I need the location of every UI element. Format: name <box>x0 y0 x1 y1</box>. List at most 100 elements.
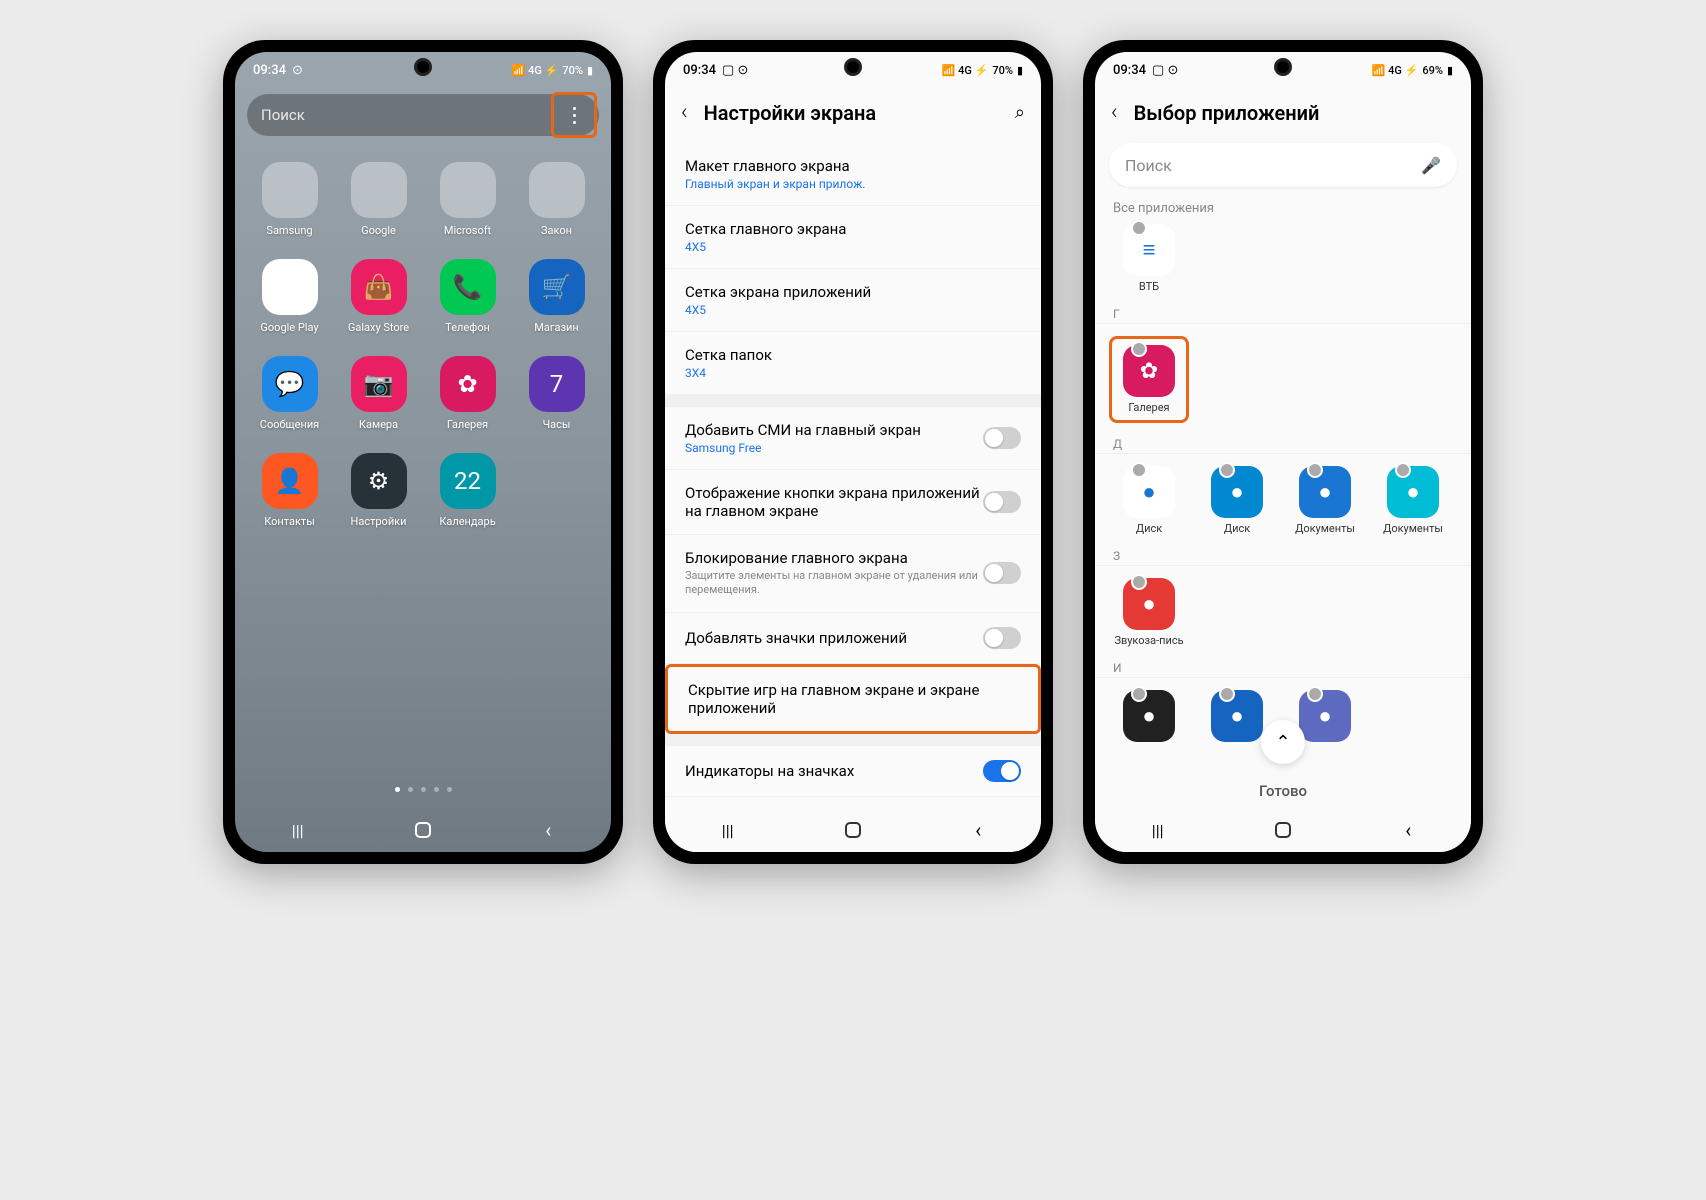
app-label: Сообщения <box>260 418 319 431</box>
setting-item[interactable]: Отображение кнопки экрана приложений на … <box>665 470 1041 535</box>
app-icon: ● <box>1299 466 1351 518</box>
app-icon: 📷 <box>351 356 407 412</box>
app-microsoft[interactable]: Microsoft <box>427 162 508 237</box>
home-button[interactable] <box>412 819 434 841</box>
app-закон[interactable]: Закон <box>516 162 597 237</box>
app-icon: ● <box>1123 690 1175 742</box>
app-cell[interactable]: ● Диск <box>1109 466 1189 535</box>
setting-item[interactable]: Макет главного экрана Главный экран и экр… <box>665 143 1041 206</box>
app-icon: ● <box>1387 466 1439 518</box>
app-label: Часы <box>543 418 571 431</box>
setting-label: Сетка экрана приложений <box>685 283 1021 301</box>
app-label: Контакты <box>264 515 315 528</box>
setting-label: Макет главного экрана <box>685 157 1021 175</box>
done-button[interactable]: Готово <box>1095 782 1471 800</box>
setting-item[interactable]: Скрытие игр на главном экране и экране п… <box>665 664 1041 734</box>
setting-item[interactable]: Индикаторы на значках <box>665 746 1041 797</box>
setting-item[interactable]: Сетка папок3X4 <box>665 332 1041 395</box>
home-button[interactable] <box>842 819 864 841</box>
app-google-play[interactable]: ▶ Google Play <box>249 259 330 334</box>
back-icon[interactable]: ‹ <box>1111 100 1118 125</box>
app-select-title: Выбор приложений <box>1134 101 1455 125</box>
camera-notch <box>844 58 862 76</box>
app-сообщения[interactable]: 💬 Сообщения <box>249 356 330 431</box>
app-icon: ≡ <box>1123 224 1175 276</box>
app-label: Документы <box>1383 522 1443 535</box>
back-button[interactable]: ‹ <box>537 819 559 841</box>
app-календарь[interactable]: 22 Календарь <box>427 453 508 528</box>
section-gap <box>665 395 1041 407</box>
toggle-switch[interactable] <box>983 491 1021 513</box>
scroll-up-fab[interactable]: ⌃ <box>1261 720 1305 764</box>
setting-item[interactable]: Добавить СМИ на главный экранSamsung Fre… <box>665 407 1041 470</box>
search-bar[interactable]: Поиск <box>247 94 599 136</box>
back-button[interactable]: ‹ <box>967 819 989 841</box>
page-dots[interactable] <box>235 787 611 792</box>
app-cell[interactable]: ● <box>1109 690 1189 746</box>
signal-icons: 📶 4G ⚡ <box>942 64 989 77</box>
battery-percent: 70% <box>992 64 1013 77</box>
app-часы[interactable]: 7 Часы <box>516 356 597 431</box>
app-icon: ▶ <box>262 259 318 315</box>
app-cell[interactable]: ≡ ВТБ <box>1109 224 1189 293</box>
toggle-switch[interactable] <box>983 562 1021 584</box>
setting-item[interactable]: Сетка главного экрана4X5 <box>665 206 1041 269</box>
phone-settings-screen: 09:34▢ ⊙ 📶 4G ⚡70%▮ ‹ Настройки экрана ⌕… <box>653 40 1053 864</box>
app-галерея[interactable]: ✿ Галерея <box>427 356 508 431</box>
app-телефон[interactable]: 📞 Телефон <box>427 259 508 334</box>
app-icon: 22 <box>440 453 496 509</box>
app-cell[interactable]: ● Звукоза-пись <box>1109 578 1189 647</box>
app-icon: ● <box>1299 690 1351 742</box>
folder-icon <box>529 162 585 218</box>
back-icon[interactable]: ‹ <box>681 100 688 125</box>
setting-item[interactable]: Блокирование главного экрана Защитите эле… <box>665 535 1041 613</box>
setting-label: Добавить СМИ на главный экран <box>685 421 983 439</box>
app-galaxy-store[interactable]: 👜 Galaxy Store <box>338 259 419 334</box>
setting-item[interactable]: Сетка экрана приложений4X5 <box>665 269 1041 332</box>
app-label: Камера <box>359 418 398 431</box>
setting-item[interactable]: Добавлять значки приложений <box>665 613 1041 664</box>
back-button[interactable]: ‹ <box>1397 819 1419 841</box>
app-google[interactable]: Google <box>338 162 419 237</box>
app-label: Google Play <box>260 321 318 334</box>
check-dot <box>1131 220 1147 236</box>
app-samsung[interactable]: Samsung <box>249 162 330 237</box>
setting-label: Блокирование главного экрана <box>685 549 983 567</box>
app-магазин[interactable]: 🛒 Магазин <box>516 259 597 334</box>
letter-divider: З <box>1095 545 1471 566</box>
search-icon[interactable]: ⌕ <box>1015 102 1025 123</box>
toggle-switch[interactable] <box>983 427 1021 449</box>
app-label: Звукоза-пись <box>1114 634 1183 647</box>
setting-sub: Защитите элементы на главном экране от у… <box>685 569 983 598</box>
app-cell[interactable]: ● Диск <box>1197 466 1277 535</box>
app-cell[interactable]: ● Документы <box>1285 466 1365 535</box>
toggle-switch[interactable] <box>983 627 1021 649</box>
search-placeholder: Поиск <box>1125 156 1421 175</box>
setting-sub: 3X4 <box>685 366 1021 380</box>
mic-icon[interactable]: 🎤 <box>1421 156 1441 175</box>
app-label: Samsung <box>266 224 312 237</box>
app-icon: ✿ <box>440 356 496 412</box>
setting-sub: Главный экран и экран прилож. <box>685 177 1021 191</box>
check-dot <box>1307 686 1323 702</box>
recents-button[interactable]: ||| <box>717 819 739 841</box>
home-button[interactable] <box>1272 819 1294 841</box>
recents-button[interactable]: ||| <box>1147 819 1169 841</box>
status-icons: ▢ ⊙ <box>1152 63 1178 78</box>
kebab-menu-icon[interactable] <box>573 107 576 124</box>
search-placeholder: Поиск <box>261 106 305 124</box>
app-камера[interactable]: 📷 Камера <box>338 356 419 431</box>
app-настройки[interactable]: ⚙ Настройки <box>338 453 419 528</box>
toggle-switch[interactable] <box>983 760 1021 782</box>
app-label: Галерея <box>1128 401 1169 414</box>
app-label: Microsoft <box>444 224 491 237</box>
letter-divider: И <box>1095 657 1471 678</box>
app-label: Диск <box>1224 522 1250 535</box>
battery-percent: 69% <box>1422 64 1443 77</box>
app-cell[interactable]: ● Документы <box>1373 466 1453 535</box>
app-cell[interactable]: ✿ Галерея <box>1109 336 1189 423</box>
search-field[interactable]: Поиск 🎤 <box>1109 143 1457 187</box>
recents-button[interactable]: ||| <box>287 819 309 841</box>
app-контакты[interactable]: 👤 Контакты <box>249 453 330 528</box>
settings-header: ‹ Настройки экрана ⌕ <box>665 88 1041 143</box>
